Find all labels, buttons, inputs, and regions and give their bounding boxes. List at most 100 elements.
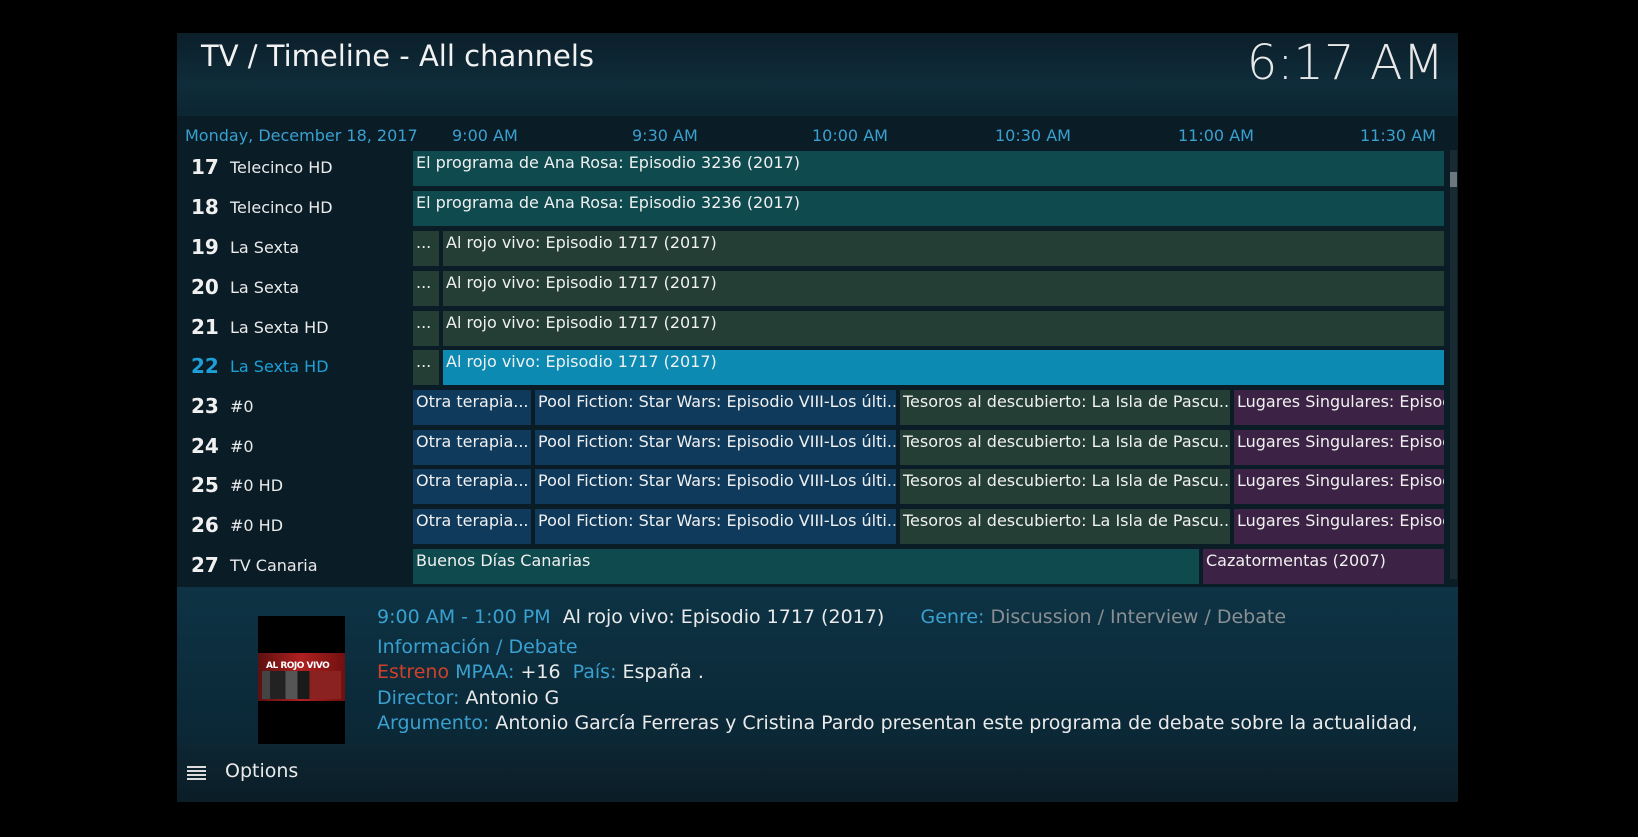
program-block[interactable]: Pool Fiction: Star Wars: Episodio VIII-L… bbox=[535, 509, 896, 544]
program-block[interactable]: Lugares Singulares: Episodio bbox=[1234, 509, 1444, 544]
header: TV / Timeline - All channels 6:17 AM bbox=[177, 33, 1458, 116]
time-label: 9:00 AM bbox=[452, 126, 518, 145]
time-label: 11:30 AM bbox=[1360, 126, 1436, 145]
channel-row-22[interactable]: 22 La Sexta HD bbox=[177, 349, 413, 387]
pais-value: España . bbox=[622, 661, 704, 683]
channel-row-27[interactable]: 27 TV Canaria bbox=[177, 548, 413, 586]
program-block[interactable]: Otra terapia... bbox=[413, 469, 531, 504]
channel-name: #0 HD bbox=[230, 516, 284, 535]
program-block[interactable]: Al rojo vivo: Episodio 1717 (2017) bbox=[443, 271, 1444, 306]
channel-number: 24 bbox=[191, 434, 219, 458]
channel-row-17[interactable]: 17 Telecinco HD bbox=[177, 150, 413, 188]
time-label: 9:30 AM bbox=[632, 126, 698, 145]
program-block[interactable]: Pool Fiction: Star Wars: Episodio VIII-L… bbox=[535, 390, 896, 425]
channel-row-23[interactable]: 23 #0 bbox=[177, 389, 413, 427]
channel-name: La Sexta bbox=[230, 238, 300, 257]
director-line: Director: Antonio G bbox=[377, 687, 559, 709]
thumbnail-figures bbox=[262, 671, 341, 699]
program-block[interactable]: Otra terapia... bbox=[413, 430, 531, 465]
channel-name: Telecinco HD bbox=[230, 198, 333, 217]
program-block[interactable]: Tesoros al descubierto: La Isla de Pascu… bbox=[900, 509, 1230, 544]
rating-line: Estreno MPAA: +16 País: España . bbox=[377, 661, 704, 683]
program-block[interactable]: Tesoros al descubierto: La Isla de Pascu… bbox=[900, 390, 1230, 425]
plot-line: Argumento: Antonio García Ferreras y Cri… bbox=[377, 712, 1418, 734]
program-block[interactable]: Tesoros al descubierto: La Isla de Pascu… bbox=[900, 430, 1230, 465]
program-block[interactable]: Cazatormentas (2007) bbox=[1203, 549, 1444, 584]
options-button[interactable]: Options bbox=[225, 760, 298, 782]
program-block[interactable]: Buenos Días Canarias bbox=[413, 549, 1199, 584]
channel-number: 17 bbox=[191, 155, 219, 179]
program-block[interactable]: Pool Fiction: Star Wars: Episodio VIII-L… bbox=[535, 430, 896, 465]
channel-number: 27 bbox=[191, 553, 219, 577]
program-block[interactable]: Lugares Singulares: Episodio bbox=[1234, 430, 1444, 465]
options-bar[interactable]: Options bbox=[177, 744, 1458, 802]
page-title: TV / Timeline - All channels bbox=[201, 39, 595, 73]
mpaa-label: MPAA: bbox=[455, 661, 515, 683]
info-title-line: 9:00 AM - 1:00 PM Al rojo vivo: Episodio… bbox=[377, 606, 1286, 628]
channel-name: La Sexta HD bbox=[230, 357, 329, 376]
program-block[interactable]: El programa de Ana Rosa: Episodio 3236 (… bbox=[413, 191, 1444, 226]
program-block[interactable]: Tesoros al descubierto: La Isla de Pascu… bbox=[900, 469, 1230, 504]
channel-number: 21 bbox=[191, 315, 219, 339]
program-block[interactable]: Al rojo vivo: Episodio 1717 (2017) bbox=[443, 311, 1444, 346]
mpaa-value: +16 bbox=[520, 661, 561, 683]
program-title: Al rojo vivo: Episodio 1717 (2017) bbox=[562, 606, 885, 628]
channel-number: 25 bbox=[191, 473, 219, 497]
program-block[interactable]: ... bbox=[413, 311, 439, 346]
channel-row-18[interactable]: 18 Telecinco HD bbox=[177, 190, 413, 228]
channel-row-20[interactable]: 20 La Sexta bbox=[177, 270, 413, 308]
program-block[interactable]: Otra terapia... bbox=[413, 390, 531, 425]
channel-name: #0 bbox=[230, 397, 254, 416]
channel-name: La Sexta bbox=[230, 278, 300, 297]
channel-name: Telecinco HD bbox=[230, 158, 333, 177]
argumento-label: Argumento: bbox=[377, 712, 490, 734]
program-block[interactable]: ... bbox=[413, 271, 439, 306]
channel-name: La Sexta HD bbox=[230, 318, 329, 337]
date-label: Monday, December 18, 2017 bbox=[185, 126, 418, 145]
genre-value: Discussion / Interview / Debate bbox=[990, 606, 1287, 628]
channel-number: 23 bbox=[191, 394, 219, 418]
program-block[interactable]: Lugares Singulares: Episodio bbox=[1234, 469, 1444, 504]
channel-number: 22 bbox=[191, 354, 219, 378]
channel-number: 20 bbox=[191, 275, 219, 299]
time-range: 9:00 AM - 1:00 PM bbox=[377, 606, 551, 628]
scrollbar-track[interactable] bbox=[1450, 150, 1457, 579]
director-value: Antonio G bbox=[465, 687, 560, 709]
channel-row-24[interactable]: 24 #0 bbox=[177, 429, 413, 467]
channel-row-25[interactable]: 25 #0 HD bbox=[177, 468, 413, 506]
clock: 6:17 AM bbox=[1246, 35, 1444, 91]
menu-icon[interactable] bbox=[187, 766, 206, 781]
program-block[interactable]: ... bbox=[413, 350, 439, 385]
program-block[interactable]: Al rojo vivo: Episodio 1717 (2017) bbox=[443, 231, 1444, 266]
channel-number: 26 bbox=[191, 513, 219, 537]
time-label: 11:00 AM bbox=[1178, 126, 1254, 145]
channel-name: TV Canaria bbox=[230, 556, 318, 575]
channel-row-21[interactable]: 21 La Sexta HD bbox=[177, 310, 413, 348]
argumento-value: Antonio García Ferreras y Cristina Pardo… bbox=[495, 712, 1418, 734]
genre-label: Genre: bbox=[920, 606, 985, 628]
channel-number: 18 bbox=[191, 195, 219, 219]
program-block[interactable]: El programa de Ana Rosa: Episodio 3236 (… bbox=[413, 151, 1444, 186]
program-block[interactable]: Lugares Singulares: Episodio bbox=[1234, 390, 1444, 425]
channel-name: #0 HD bbox=[230, 476, 284, 495]
channel-number: 19 bbox=[191, 235, 219, 259]
al-rojo-vivo-thumbnail: AL ROJO VIVO bbox=[258, 616, 345, 744]
category: Información / Debate bbox=[377, 636, 578, 658]
tv-guide-window: TV / Timeline - All channels 6:17 AM Mon… bbox=[177, 33, 1458, 802]
program-block[interactable]: ... bbox=[413, 231, 439, 266]
time-label: 10:30 AM bbox=[995, 126, 1071, 145]
channel-name: #0 bbox=[230, 437, 254, 456]
channel-row-26[interactable]: 26 #0 HD bbox=[177, 508, 413, 546]
epg-grid: Monday, December 18, 2017 9:00 AM 9:30 A… bbox=[177, 116, 1458, 620]
program-block[interactable]: Otra terapia... bbox=[413, 509, 531, 544]
director-label: Director: bbox=[377, 687, 460, 709]
channel-row-19[interactable]: 19 La Sexta bbox=[177, 230, 413, 268]
pais-label: País: bbox=[572, 661, 617, 683]
estreno-badge: Estreno bbox=[377, 661, 450, 683]
program-block-selected[interactable]: Al rojo vivo: Episodio 1717 (2017) bbox=[443, 350, 1444, 385]
program-block[interactable]: Pool Fiction: Star Wars: Episodio VIII-L… bbox=[535, 469, 896, 504]
time-label: 10:00 AM bbox=[812, 126, 888, 145]
thumbnail-logo-text: AL ROJO VIVO bbox=[266, 661, 330, 671]
scrollbar-thumb[interactable] bbox=[1450, 172, 1457, 187]
category-line: Información / Debate bbox=[377, 636, 578, 658]
